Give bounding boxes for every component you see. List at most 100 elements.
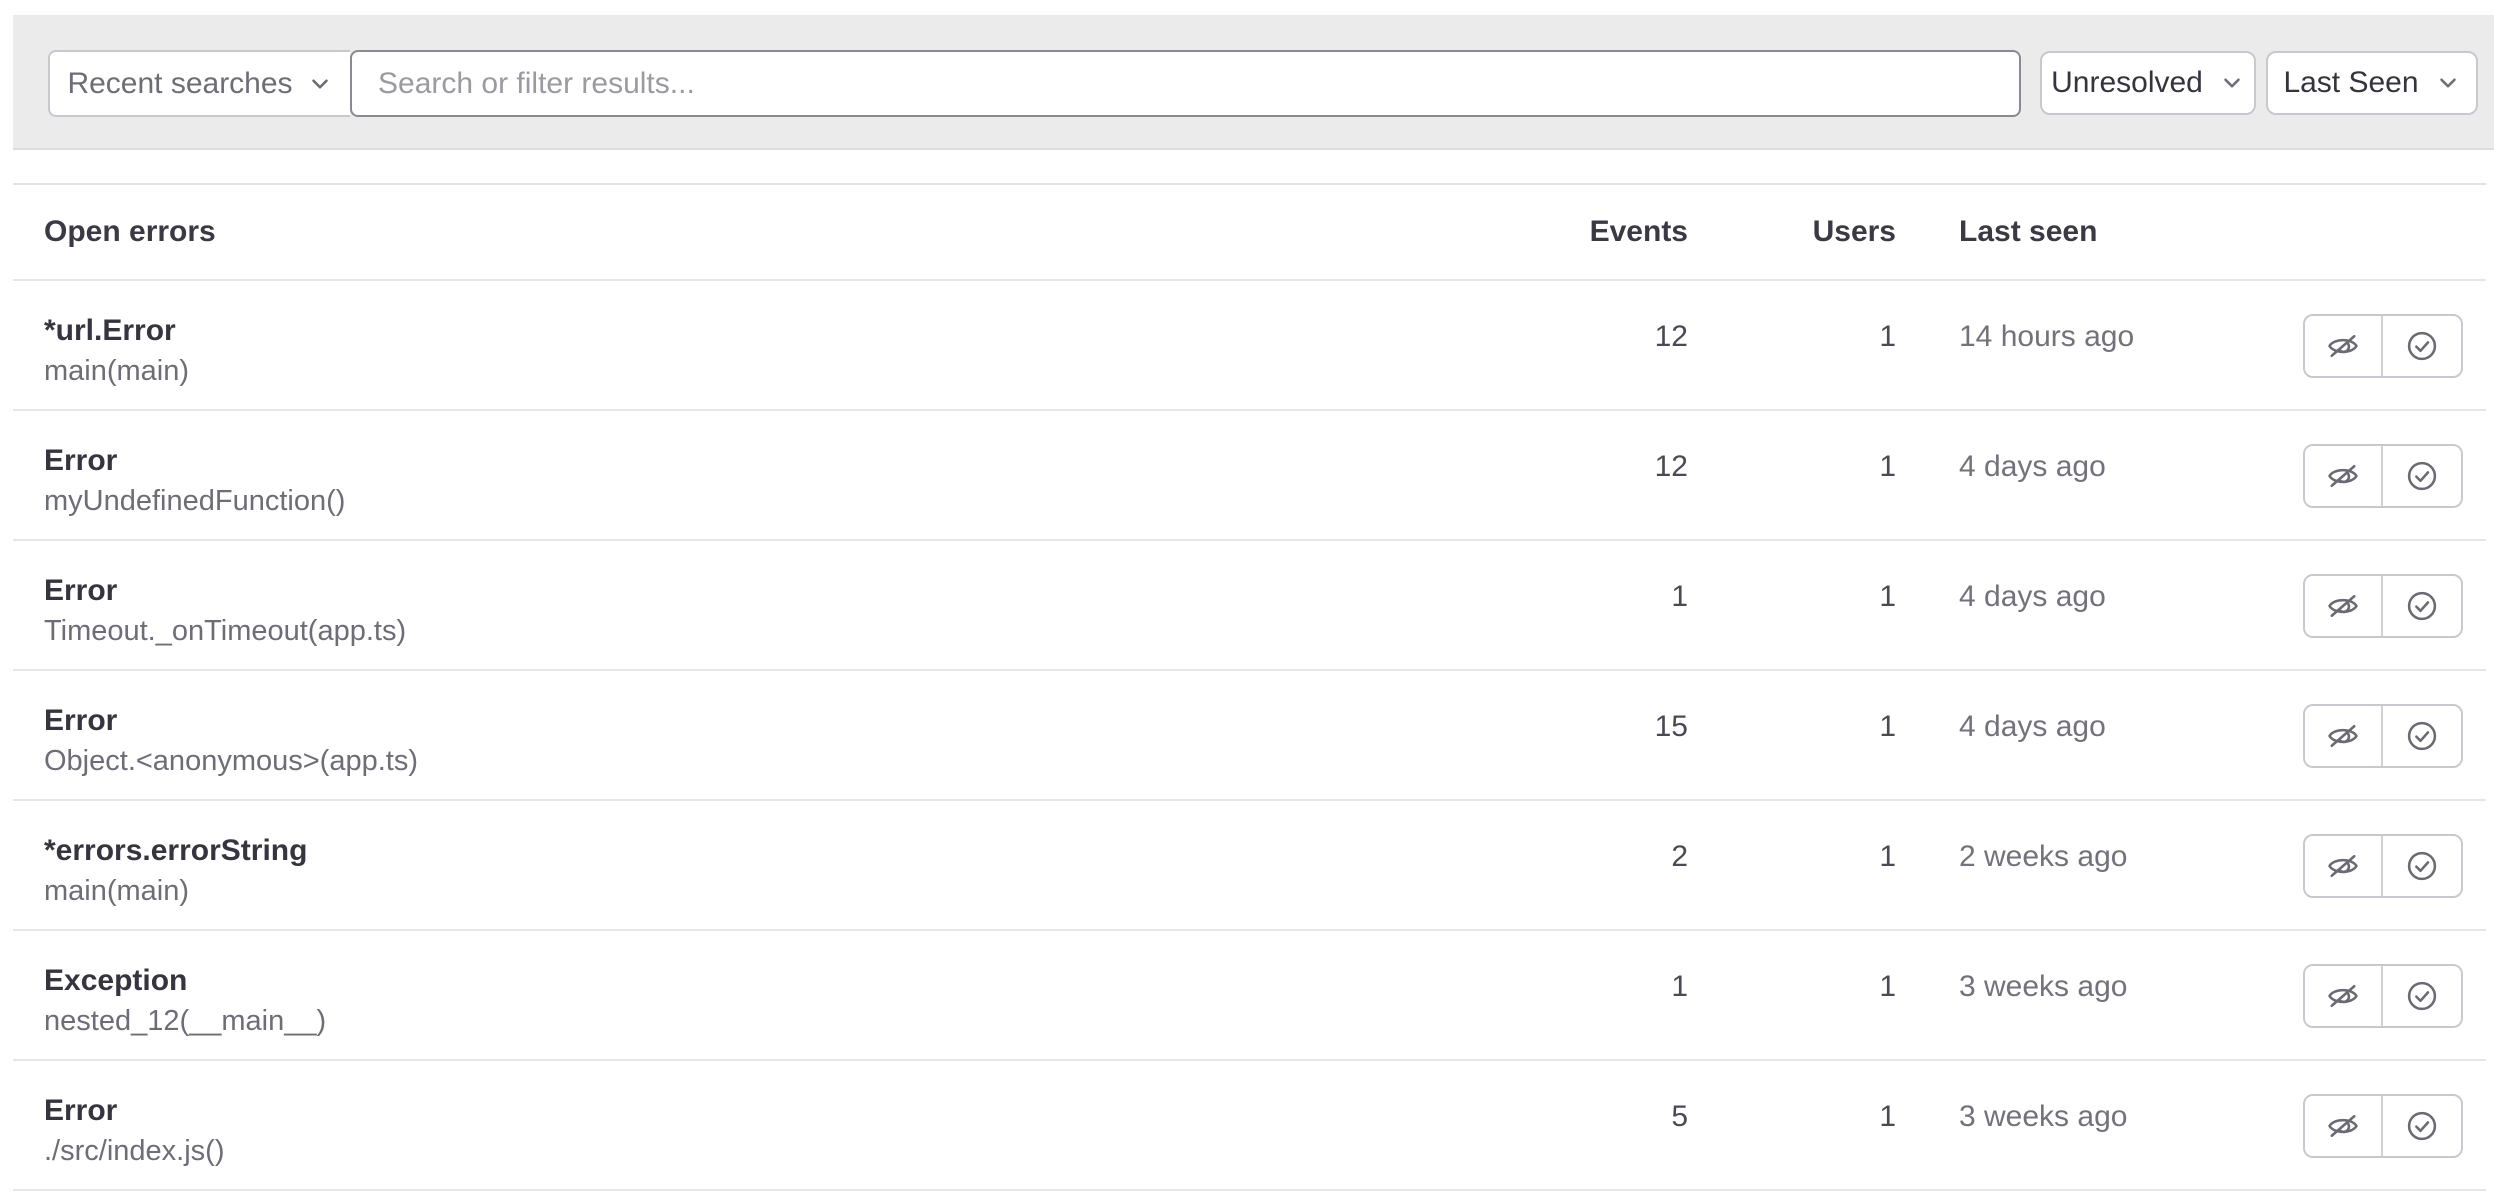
issue-location: Timeout._onTimeout(app.ts) bbox=[44, 611, 1568, 651]
row-actions bbox=[2288, 1061, 2486, 1158]
users-count: 1 bbox=[1688, 931, 1896, 1004]
last-seen-time: 2 weeks ago bbox=[1896, 801, 2288, 874]
table-row[interactable]: *errors.errorString main(main) 2 1 2 wee… bbox=[13, 801, 2486, 931]
resolve-button[interactable] bbox=[2383, 576, 2461, 636]
issue-title[interactable]: *url.Error bbox=[44, 311, 1568, 351]
resolve-button[interactable] bbox=[2383, 706, 2461, 766]
issue-location: ./src/index.js() bbox=[44, 1131, 1568, 1171]
issue-summary[interactable]: Exception nested_12(__main__) bbox=[13, 931, 1568, 1041]
check-circle-icon bbox=[2404, 848, 2440, 884]
table-header-row: Open errors Events Users Last seen bbox=[13, 185, 2486, 281]
events-count: 1 bbox=[1568, 541, 1688, 614]
status-filter-label: Unresolved bbox=[2051, 66, 2203, 100]
issue-title[interactable]: Error bbox=[44, 701, 1568, 741]
recent-searches-label: Recent searches bbox=[67, 67, 292, 101]
events-count: 2 bbox=[1568, 801, 1688, 874]
row-action-group bbox=[2303, 1094, 2463, 1158]
status-filter-button[interactable]: Unresolved bbox=[2040, 51, 2256, 115]
row-action-group bbox=[2303, 314, 2463, 378]
table-row[interactable]: Error myUndefinedFunction() 12 1 4 days … bbox=[13, 411, 2486, 541]
row-actions bbox=[2288, 281, 2486, 378]
resolve-button[interactable] bbox=[2383, 1096, 2461, 1156]
issue-summary[interactable]: *url.Error main(main) bbox=[13, 281, 1568, 391]
issue-location: Object.<anonymous>(app.ts) bbox=[44, 741, 1568, 781]
row-actions bbox=[2288, 671, 2486, 768]
eye-slash-icon bbox=[2325, 588, 2361, 624]
last-seen-time: 14 hours ago bbox=[1896, 281, 2288, 354]
issue-title[interactable]: Exception bbox=[44, 961, 1568, 1001]
check-circle-icon bbox=[2404, 718, 2440, 754]
issue-title[interactable]: Error bbox=[44, 571, 1568, 611]
issue-summary[interactable]: Error ./src/index.js() bbox=[13, 1061, 1568, 1171]
issue-summary[interactable]: Error Object.<anonymous>(app.ts) bbox=[13, 671, 1568, 781]
users-count: 1 bbox=[1688, 801, 1896, 874]
check-circle-icon bbox=[2404, 978, 2440, 1014]
eye-slash-icon bbox=[2325, 848, 2361, 884]
resolve-button[interactable] bbox=[2383, 836, 2461, 896]
resolve-button[interactable] bbox=[2383, 316, 2461, 376]
ignore-button[interactable] bbox=[2305, 966, 2383, 1026]
row-action-group bbox=[2303, 574, 2463, 638]
last-seen-time: 4 days ago bbox=[1896, 411, 2288, 484]
last-seen-time: 3 weeks ago bbox=[1896, 931, 2288, 1004]
eye-slash-icon bbox=[2325, 458, 2361, 494]
issue-location: myUndefinedFunction() bbox=[44, 481, 1568, 521]
chevron-down-icon bbox=[2219, 70, 2245, 96]
events-count: 12 bbox=[1568, 411, 1688, 484]
error-table: Open errors Events Users Last seen *url.… bbox=[13, 183, 2486, 1191]
issue-summary[interactable]: *errors.errorString main(main) bbox=[13, 801, 1568, 911]
filter-bar: Recent searches Unresolved Last Seen bbox=[13, 15, 2494, 150]
row-actions bbox=[2288, 541, 2486, 638]
column-header-users: Users bbox=[1688, 215, 1896, 249]
last-seen-time: 4 days ago bbox=[1896, 671, 2288, 744]
row-actions bbox=[2288, 931, 2486, 1028]
users-count: 1 bbox=[1688, 411, 1896, 484]
ignore-button[interactable] bbox=[2305, 706, 2383, 766]
search-input[interactable] bbox=[350, 50, 2021, 117]
issues-page: Recent searches Unresolved Last Seen Ope… bbox=[0, 0, 2494, 1202]
chevron-down-icon bbox=[307, 71, 333, 97]
resolve-button[interactable] bbox=[2383, 966, 2461, 1026]
ignore-button[interactable] bbox=[2305, 316, 2383, 376]
check-circle-icon bbox=[2404, 458, 2440, 494]
users-count: 1 bbox=[1688, 1061, 1896, 1134]
events-count: 12 bbox=[1568, 281, 1688, 354]
last-seen-time: 3 weeks ago bbox=[1896, 1061, 2288, 1134]
table-row[interactable]: Error ./src/index.js() 5 1 3 weeks ago bbox=[13, 1061, 2486, 1191]
last-seen-time: 4 days ago bbox=[1896, 541, 2288, 614]
table-row[interactable]: Exception nested_12(__main__) 1 1 3 week… bbox=[13, 931, 2486, 1061]
table-row[interactable]: *url.Error main(main) 12 1 14 hours ago bbox=[13, 281, 2486, 411]
check-circle-icon bbox=[2404, 1108, 2440, 1144]
sort-filter-label: Last Seen bbox=[2283, 66, 2418, 100]
table-row[interactable]: Error Timeout._onTimeout(app.ts) 1 1 4 d… bbox=[13, 541, 2486, 671]
eye-slash-icon bbox=[2325, 978, 2361, 1014]
check-circle-icon bbox=[2404, 588, 2440, 624]
ignore-button[interactable] bbox=[2305, 576, 2383, 636]
row-actions bbox=[2288, 411, 2486, 508]
sort-filter-button[interactable]: Last Seen bbox=[2266, 51, 2478, 115]
issue-title[interactable]: *errors.errorString bbox=[44, 831, 1568, 871]
column-header-open-errors: Open errors bbox=[13, 215, 1568, 249]
table-row[interactable]: Error Object.<anonymous>(app.ts) 15 1 4 … bbox=[13, 671, 2486, 801]
issue-summary[interactable]: Error Timeout._onTimeout(app.ts) bbox=[13, 541, 1568, 651]
chevron-down-icon bbox=[2435, 70, 2461, 96]
issue-title[interactable]: Error bbox=[44, 441, 1568, 481]
row-action-group bbox=[2303, 704, 2463, 768]
events-count: 15 bbox=[1568, 671, 1688, 744]
recent-searches-dropdown[interactable]: Recent searches bbox=[48, 50, 350, 117]
check-circle-icon bbox=[2404, 328, 2440, 364]
error-table-body: *url.Error main(main) 12 1 14 hours ago bbox=[13, 281, 2486, 1191]
eye-slash-icon bbox=[2325, 718, 2361, 754]
row-action-group bbox=[2303, 964, 2463, 1028]
users-count: 1 bbox=[1688, 281, 1896, 354]
row-actions bbox=[2288, 801, 2486, 898]
column-header-events: Events bbox=[1568, 215, 1688, 249]
resolve-button[interactable] bbox=[2383, 446, 2461, 506]
issue-location: nested_12(__main__) bbox=[44, 1001, 1568, 1041]
ignore-button[interactable] bbox=[2305, 446, 2383, 506]
issue-summary[interactable]: Error myUndefinedFunction() bbox=[13, 411, 1568, 521]
issue-title[interactable]: Error bbox=[44, 1091, 1568, 1131]
eye-slash-icon bbox=[2325, 1108, 2361, 1144]
ignore-button[interactable] bbox=[2305, 836, 2383, 896]
ignore-button[interactable] bbox=[2305, 1096, 2383, 1156]
